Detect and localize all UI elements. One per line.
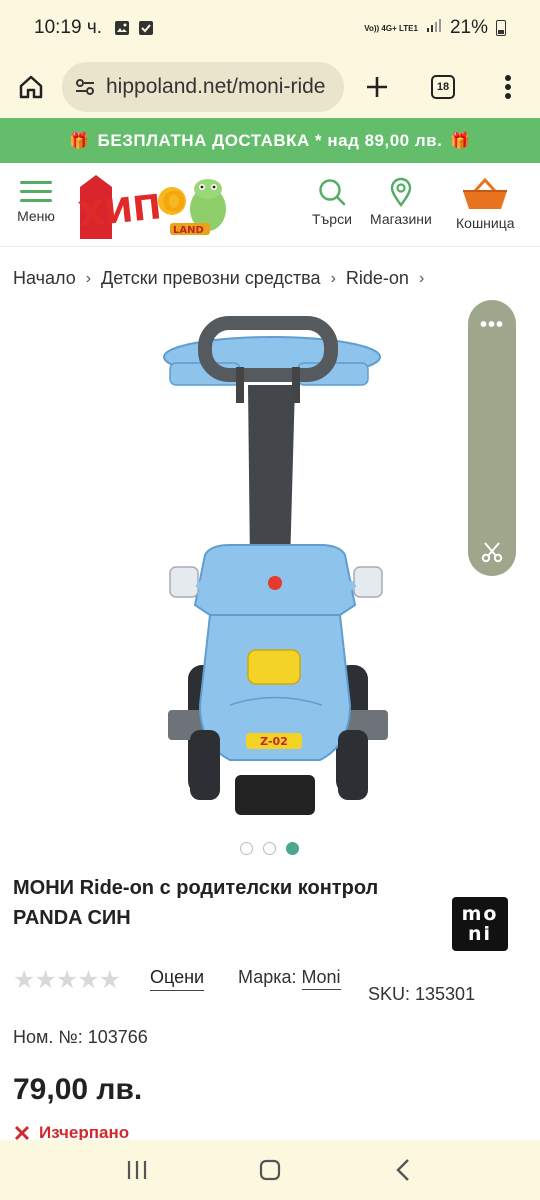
promo-text: БЕЗПЛАТНА ДОСТАВКА * над 89,00 лв. bbox=[97, 130, 443, 150]
brand-logo-bottom: ni bbox=[467, 923, 493, 945]
brand-link[interactable]: Moni bbox=[301, 967, 341, 990]
gift-icon: 🎁 bbox=[450, 132, 471, 150]
menu-label: Меню bbox=[17, 208, 55, 224]
signal-icon bbox=[426, 17, 442, 39]
site-settings-icon[interactable] bbox=[72, 74, 98, 100]
floating-tools-panel[interactable]: ••• bbox=[468, 300, 516, 576]
home-square-icon bbox=[259, 1159, 281, 1181]
chevron-right-icon: › bbox=[330, 269, 336, 287]
carousel-dot-active[interactable] bbox=[286, 842, 299, 855]
breadcrumb-category[interactable]: Детски превозни средства bbox=[101, 268, 321, 289]
rate-link[interactable]: Оцени bbox=[150, 967, 205, 991]
brand-logo-top: mo bbox=[461, 903, 499, 925]
chevron-right-icon: › bbox=[85, 269, 92, 287]
product-image[interactable]: Z-02 bbox=[150, 305, 400, 825]
product-title: МОНИ Ride-on с родителски контрол PANDA … bbox=[13, 877, 379, 929]
image-carousel-dots bbox=[240, 842, 299, 855]
cart-label: Кошница bbox=[456, 215, 515, 231]
stores-button[interactable]: Магазини bbox=[370, 177, 432, 227]
search-label: Търси bbox=[312, 211, 352, 227]
back-chevron-icon bbox=[396, 1159, 410, 1181]
browser-menu-button[interactable] bbox=[476, 56, 540, 118]
plus-icon bbox=[367, 77, 387, 97]
brand-line: Марка: Moni bbox=[238, 967, 341, 990]
tab-count: 18 bbox=[431, 75, 455, 99]
svg-text:О: О bbox=[162, 185, 186, 218]
basket-icon bbox=[463, 177, 508, 209]
sku-text: SKU: 135301 bbox=[368, 984, 476, 1004]
search-button[interactable]: Търси bbox=[312, 177, 352, 227]
home-nav-button[interactable] bbox=[240, 1145, 300, 1195]
recent-apps-button[interactable] bbox=[107, 1145, 167, 1195]
status-bar: 10:19 ч. Vo)) 4G+ LTE1 21% bbox=[0, 0, 540, 56]
tab-switcher-button[interactable]: 18 bbox=[410, 56, 476, 118]
gift-icon: 🎁 bbox=[69, 132, 90, 150]
product-price: 79,00 лв. bbox=[13, 1073, 143, 1106]
brand-prefix: Марка: bbox=[238, 967, 297, 987]
plate-text: Z-02 bbox=[260, 735, 288, 748]
brand-logo[interactable]: mo ni bbox=[452, 897, 508, 951]
breadcrumb-subcategory[interactable]: Ride-on bbox=[346, 268, 409, 289]
more-vert-icon bbox=[505, 75, 511, 99]
more-horiz-icon[interactable]: ••• bbox=[468, 314, 516, 337]
free-shipping-banner[interactable]: 🎁 БЕЗПЛАТНА ДОСТАВКА * над 89,00 лв. 🎁 bbox=[0, 118, 540, 163]
location-pin-icon bbox=[390, 177, 412, 207]
new-tab-button[interactable] bbox=[344, 56, 410, 118]
gallery-icon bbox=[114, 20, 130, 36]
network-indicator: Vo)) 4G+ LTE1 bbox=[364, 23, 418, 33]
svg-text:LAND: LAND bbox=[173, 225, 204, 236]
browser-toolbar: hippoland.net/moni-ride 18 bbox=[0, 56, 540, 118]
status-time: 10:19 ч. bbox=[34, 17, 103, 38]
hippoland-logo[interactable]: ХИП О LAND bbox=[74, 169, 234, 243]
stores-label: Магазини bbox=[370, 211, 432, 227]
menu-button[interactable]: Меню bbox=[12, 181, 60, 224]
home-button[interactable] bbox=[0, 56, 62, 118]
breadcrumb: Начало › Детски превозни средства › Ride… bbox=[13, 268, 533, 289]
url-text: hippoland.net/moni-ride bbox=[106, 75, 326, 98]
checkbox-icon bbox=[138, 20, 154, 36]
battery-percent: 21% bbox=[449, 17, 488, 38]
site-header: Меню ХИП О LAND Търси Магазини Кошница bbox=[0, 163, 540, 247]
url-bar[interactable]: hippoland.net/moni-ride bbox=[62, 62, 344, 112]
rating-stars: ★★★★★ bbox=[13, 966, 121, 994]
hamburger-icon bbox=[12, 181, 60, 202]
carousel-dot[interactable] bbox=[263, 842, 276, 855]
battery-icon bbox=[496, 20, 506, 36]
cart-button[interactable]: Кошница bbox=[456, 177, 515, 231]
breadcrumb-home[interactable]: Начало bbox=[13, 268, 76, 289]
scissors-icon[interactable] bbox=[480, 540, 504, 564]
home-icon bbox=[19, 75, 43, 99]
recents-icon bbox=[127, 1161, 146, 1179]
carousel-dot[interactable] bbox=[240, 842, 253, 855]
system-nav-bar bbox=[0, 1140, 540, 1200]
back-button[interactable] bbox=[373, 1145, 433, 1195]
item-number: Ном. №: 103766 bbox=[13, 1027, 148, 1047]
chevron-right-icon: › bbox=[418, 269, 425, 287]
search-icon bbox=[319, 179, 346, 206]
svg-text:ХИП: ХИП bbox=[76, 187, 163, 235]
